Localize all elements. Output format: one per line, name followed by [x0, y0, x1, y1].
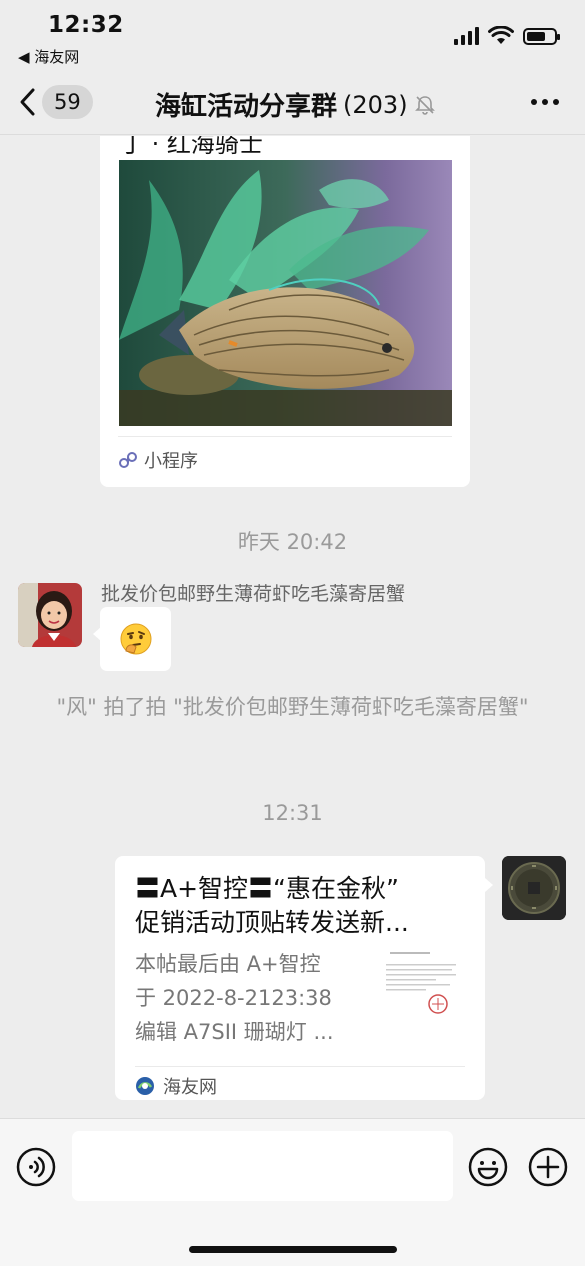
mini-program-footer: 小程序	[118, 436, 452, 473]
chevron-left-icon	[20, 88, 35, 116]
timestamp: 昨天 20:42	[237, 530, 348, 554]
voice-icon	[16, 1147, 56, 1187]
more-icon[interactable]	[531, 99, 559, 105]
status-bar: 12:32 ◀ 海友网	[0, 0, 585, 75]
article-title: 〓A+智控〓“惠在金秋” 促销活动顶贴转发送新...	[135, 872, 465, 940]
article-title-line: 促销活动顶贴转发送新...	[135, 908, 409, 937]
status-icons	[454, 26, 560, 46]
sender-name: 批发价包邮野生薄荷虾吃毛藻寄居蟹	[101, 583, 406, 605]
chat-header: 59 海缸活动分享群 (203)	[0, 75, 585, 135]
chat-title[interactable]: 海缸活动分享群 (203)	[155, 86, 436, 123]
haiyou-logo-icon	[136, 1077, 154, 1095]
plus-icon	[528, 1147, 568, 1187]
article-description: 本帖最后由 A+智控 于 2022-8-2123:38 编辑 A7SII 珊瑚灯…	[135, 947, 355, 1049]
unread-count-badge: 59	[42, 85, 93, 119]
cellular-signal-icon	[454, 27, 479, 45]
more-functions-button[interactable]	[528, 1147, 568, 1191]
emoji-message-bubble[interactable]	[93, 607, 171, 671]
wifi-icon	[488, 26, 514, 44]
article-desc-line: 编辑 A7SII 珊瑚灯 ...	[135, 1020, 334, 1044]
status-time: 12:32	[48, 12, 124, 38]
timestamp: 12:31	[262, 801, 323, 825]
message-list[interactable]: 丁 · 红海骑士 小程序 昨天 20:42 批发价包邮野生薄荷虾吃毛藻寄居蟹 "…	[0, 136, 585, 1118]
avatar[interactable]	[18, 583, 82, 647]
article-thumbnail	[380, 946, 462, 1026]
mini-program-icon	[119, 452, 137, 468]
mini-program-title: 丁 · 红海骑士	[120, 136, 263, 158]
voice-button[interactable]	[16, 1147, 56, 1191]
home-indicator[interactable]	[189, 1246, 397, 1253]
avatar[interactable]	[502, 856, 566, 920]
group-name: 海缸活动分享群	[155, 92, 338, 122]
emoji-icon	[468, 1147, 508, 1187]
article-desc-line: 本帖最后由 A+智控	[135, 952, 321, 976]
mute-bell-icon	[414, 95, 435, 115]
chat-input-bar	[0, 1118, 585, 1266]
mini-program-card[interactable]: 丁 · 红海骑士 小程序	[100, 136, 470, 487]
message-input[interactable]	[72, 1131, 453, 1201]
back-to-app-link[interactable]: ◀ 海友网	[18, 46, 79, 67]
battery-icon	[523, 27, 560, 45]
fish-photo	[119, 160, 452, 426]
pat-notice: "风" 拍了拍 "批发价包邮野生薄荷虾吃毛藻寄居蟹"	[56, 695, 529, 719]
article-source: 海友网	[135, 1066, 465, 1099]
article-desc-line: 于 2022-8-2123:38	[135, 986, 332, 1010]
article-title-line: 〓A+智控〓“惠在金秋”	[135, 874, 399, 903]
mini-program-label: 小程序	[144, 451, 198, 472]
article-link-card[interactable]: 〓A+智控〓“惠在金秋” 促销活动顶贴转发送新... 本帖最后由 A+智控 于 …	[115, 856, 493, 1100]
emoji-button[interactable]	[468, 1147, 508, 1191]
thinking-face-emoji-icon	[120, 623, 151, 655]
member-count: (203)	[343, 90, 408, 119]
article-source-label: 海友网	[163, 1077, 217, 1098]
back-button[interactable]: 59	[18, 85, 93, 119]
